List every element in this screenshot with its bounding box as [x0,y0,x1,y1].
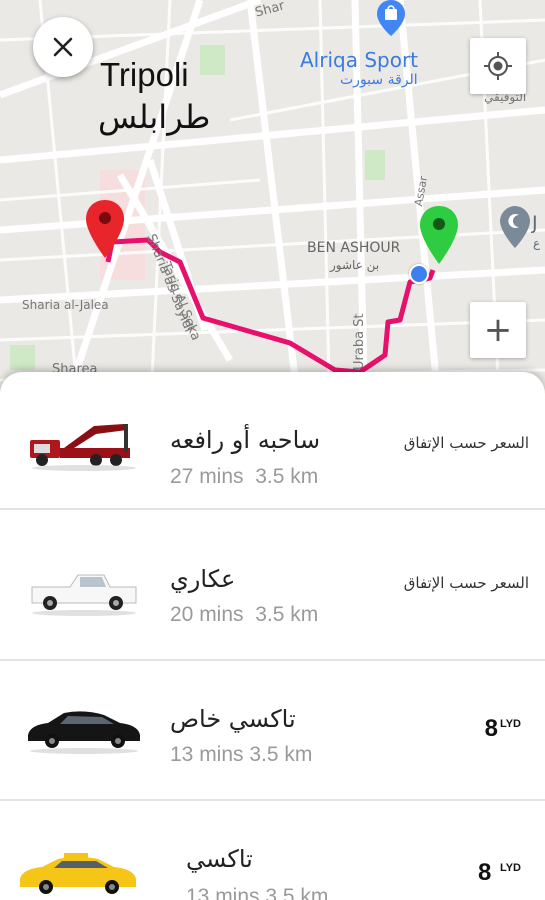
pickup-truck-icon [31,574,137,616]
service-name: عكاري [170,565,236,593]
price-value: 8 [477,859,492,886]
district-name-ar: بن عاشور [330,258,380,272]
zoom-in-button[interactable]: + [470,302,526,358]
district-name-en: BEN ASHOUR [307,240,401,256]
price-negotiable-text: السعر حسب الإتفاق [403,574,529,592]
poi-name-en: Alriqa Sport [300,48,419,72]
mosque-pin-icon[interactable] [500,206,530,248]
service-row-pickup[interactable]: عكاري 20 mins 3.5 km السعر حسب الإتفاق [0,523,545,661]
service-list-sheet: ساحبه أو رافعه 27 mins 3.5 km السعر حسب … [0,372,545,900]
service-eta-distance: 20 mins 3.5 km [170,603,319,626]
price-value: 8 [484,715,498,742]
shopping-bag-pin-icon[interactable] [377,0,405,36]
poi-label-partial: ع [533,236,541,250]
city-name-ar: طرابلس [98,98,211,136]
service-name: ساحبه أو رافعه [170,426,321,454]
service-price: 8 LYD [485,715,521,743]
street-label: Uraba St [352,313,367,370]
destination-pin-icon[interactable] [86,200,124,258]
black-sedan-icon [28,711,140,754]
service-row-tow-truck[interactable]: ساحبه أو رافعه 27 mins 3.5 km السعر حسب … [0,372,545,510]
service-eta-distance: 13 mins 3.5 km [170,743,313,766]
map-view[interactable]: Shar Tariq Al Seka Sharia as-Sayidi Shar… [0,0,545,420]
tow-truck-icon [30,424,136,471]
service-price: 8 LYD [478,859,521,887]
poi-name-ar: الرقة سبورت [340,72,418,88]
service-row-private-taxi[interactable]: تاكسي خاص 13 mins 3.5 km 8 LYD [0,663,545,801]
city-name-en: Tripoli [100,56,189,93]
service-name: تاكسي خاص [170,705,296,733]
my-location-icon [484,52,512,80]
pickup-pin-icon[interactable] [420,206,458,264]
service-eta-distance: 13 mins 3.5 km [186,885,329,900]
currency-label: LYD [500,718,521,730]
service-name: تاكسي [186,845,253,873]
close-button[interactable] [33,17,93,77]
service-row-taxi[interactable]: تاكسي 13 mins 3.5 km 8 LYD [0,803,545,900]
close-icon [53,37,73,57]
yellow-taxi-icon [20,853,136,894]
my-location-button[interactable] [470,38,526,94]
currency-label: LYD [500,862,521,874]
service-eta-distance: 27 mins 3.5 km [170,465,319,488]
street-label: Sharia al-Jalea [22,298,109,312]
price-negotiable-text: السعر حسب الإتفاق [403,434,529,452]
poi-label-partial: J [532,212,538,234]
current-location-dot [409,264,429,284]
